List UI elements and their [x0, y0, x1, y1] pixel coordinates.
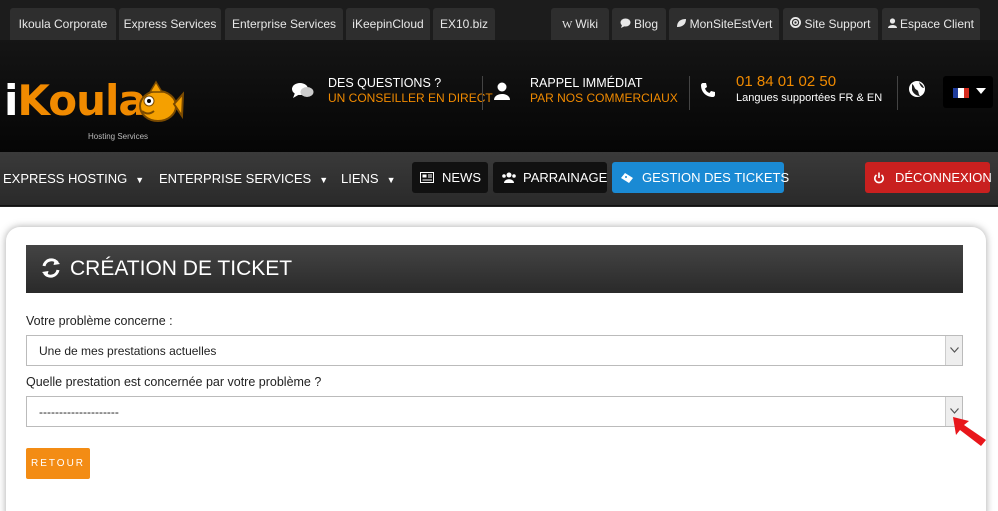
- page-title-bar: CRÉATION DE TICKET: [26, 245, 963, 293]
- tab-site-support[interactable]: Site Support: [783, 8, 878, 40]
- fish-mascot-icon: [139, 80, 184, 122]
- lifebuoy-icon: [790, 9, 802, 41]
- nav-parrainage-button[interactable]: PARRAINAGE: [493, 162, 607, 193]
- refresh-icon: [40, 257, 62, 285]
- users-icon: [501, 162, 517, 195]
- tab-monsiteestvert[interactable]: MonSiteEstVert: [669, 8, 779, 40]
- tab-espace-client[interactable]: Espace Client: [882, 8, 980, 40]
- newspaper-icon: [420, 162, 434, 195]
- header-divider: [689, 76, 690, 110]
- nav-news-button[interactable]: NEWS: [412, 162, 488, 193]
- service-select[interactable]: --------------------: [26, 396, 963, 427]
- flag-fr-icon: [953, 88, 969, 98]
- globe-icon[interactable]: [908, 80, 926, 103]
- comment-icon: [620, 9, 631, 41]
- red-arrow-pointer-icon: [953, 417, 986, 446]
- caret-down-icon: ▼: [319, 175, 329, 185]
- nav-enterprise-services[interactable]: ENTERPRISE SERVICES ▼: [159, 152, 328, 206]
- ikoula-logo[interactable]: iKoula Hosting Services: [4, 60, 184, 141]
- service-label: Quelle prestation est concernée par votr…: [26, 375, 322, 389]
- ticket-icon: [620, 162, 634, 196]
- language-selector[interactable]: [943, 76, 993, 108]
- nav-express-hosting[interactable]: EXPRESS HOSTING ▼: [3, 152, 144, 206]
- nav-gestion-tickets-button[interactable]: GESTION DES TICKETS: [612, 162, 789, 196]
- tab-blog[interactable]: Blog: [612, 8, 666, 40]
- phone-icon: [700, 82, 716, 103]
- wiki-icon: W: [561, 19, 573, 31]
- tab-ikoula-corporate[interactable]: Ikoula Corporate: [10, 8, 116, 40]
- logout-button[interactable]: DÉCONNEXION: [865, 162, 992, 196]
- user-icon: [887, 9, 897, 41]
- tab-enterprise-services[interactable]: Enterprise Services: [225, 8, 343, 40]
- caret-down-icon: [976, 87, 986, 98]
- header-divider: [897, 76, 898, 110]
- problem-select[interactable]: Une de mes prestations actuelles: [26, 335, 963, 366]
- tab-ikeepincloud[interactable]: iKeepinCloud: [346, 8, 430, 40]
- tab-express-services[interactable]: Express Services: [119, 8, 221, 40]
- caret-down-icon: ▼: [386, 175, 396, 185]
- page-title: CRÉATION DE TICKET: [70, 257, 293, 280]
- caret-down-icon: ▼: [135, 175, 145, 185]
- tab-ex10-biz[interactable]: EX10.biz: [433, 8, 495, 40]
- top-bar: Ikoula Corporate Express Services Enterp…: [0, 0, 998, 40]
- leaf-icon: [676, 9, 687, 41]
- main-nav: EXPRESS HOSTING ▼ ENTERPRISE SERVICES ▼ LI…: [0, 152, 998, 206]
- nav-liens[interactable]: LIENS ▼: [341, 152, 396, 206]
- back-button[interactable]: RETOUR: [26, 448, 90, 479]
- chevron-down-icon[interactable]: [945, 336, 962, 365]
- problem-label: Votre problème concerne :: [26, 314, 173, 328]
- header-divider: [482, 76, 483, 110]
- site-header: iKoula Hosting Services DES QUESTIONS ? …: [0, 40, 998, 152]
- power-icon: [873, 162, 885, 196]
- user-icon: [494, 82, 510, 105]
- chat-bubbles-icon: [292, 82, 314, 105]
- tab-wiki[interactable]: W Wiki: [551, 8, 609, 40]
